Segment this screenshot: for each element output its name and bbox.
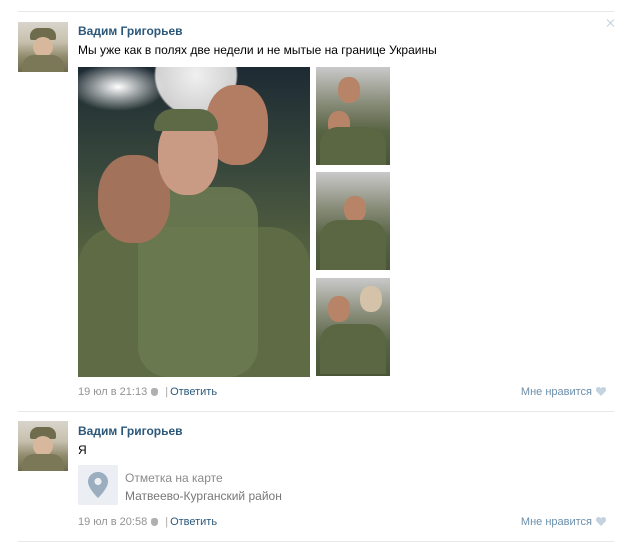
map-place[interactable]: Матвеево-Курганский район xyxy=(125,489,282,503)
map-pin-icon xyxy=(88,472,108,498)
photo-figure xyxy=(344,196,366,222)
avatar-body-shape xyxy=(22,454,64,471)
apple-icon xyxy=(151,388,159,396)
post-author[interactable]: Вадим Григорьев xyxy=(78,24,183,38)
meta-separator: | xyxy=(165,516,169,528)
photo-figure xyxy=(320,220,386,270)
like-button[interactable]: Мне нравится xyxy=(521,516,606,528)
post-photo-thumb-3[interactable] xyxy=(316,278,390,376)
avatar[interactable] xyxy=(18,22,68,72)
avatar-body-shape xyxy=(22,55,64,72)
avatar[interactable] xyxy=(18,421,68,471)
photo-figure xyxy=(360,286,382,312)
divider-top xyxy=(18,11,614,12)
post-text: Мы уже как в полях две недели и не мытые… xyxy=(78,43,437,57)
heart-icon xyxy=(596,517,606,526)
photo-figure xyxy=(328,296,350,322)
avatar-face-shape xyxy=(33,436,53,456)
post-date[interactable]: 19 юл в 20:58 xyxy=(78,516,147,528)
post-author[interactable]: Вадим Григорьев xyxy=(78,424,183,438)
map-attachment[interactable] xyxy=(78,465,118,505)
divider-between-posts xyxy=(18,411,614,412)
photo-figure xyxy=(320,324,386,374)
post-text: Я xyxy=(78,443,87,457)
map-title[interactable]: Отметка на карте xyxy=(125,471,223,485)
photo-figure xyxy=(154,109,218,131)
photo-figure xyxy=(338,77,360,103)
photo-figure xyxy=(320,127,386,165)
reply-link[interactable]: Ответить xyxy=(170,386,217,398)
post-photo-thumb-2[interactable] xyxy=(316,172,390,270)
apple-icon xyxy=(151,518,159,526)
post-date[interactable]: 19 юл в 21:13 xyxy=(78,386,147,398)
reply-link[interactable]: Ответить xyxy=(170,516,217,528)
heart-icon xyxy=(596,387,606,396)
post-meta: 19 юл в 20:58 | Ответить xyxy=(78,516,217,528)
like-button[interactable]: Мне нравится xyxy=(521,386,606,398)
post-photo-thumb-1[interactable] xyxy=(316,67,390,165)
divider-bottom xyxy=(18,541,614,542)
close-icon[interactable] xyxy=(606,18,616,28)
post-meta: 19 юл в 21:13 | Ответить xyxy=(78,386,217,398)
like-label: Мне нравится xyxy=(520,516,592,528)
like-label: Мне нравится xyxy=(520,386,592,398)
meta-separator: | xyxy=(165,386,169,398)
avatar-face-shape xyxy=(33,37,53,57)
post-photo-main[interactable] xyxy=(78,67,310,377)
